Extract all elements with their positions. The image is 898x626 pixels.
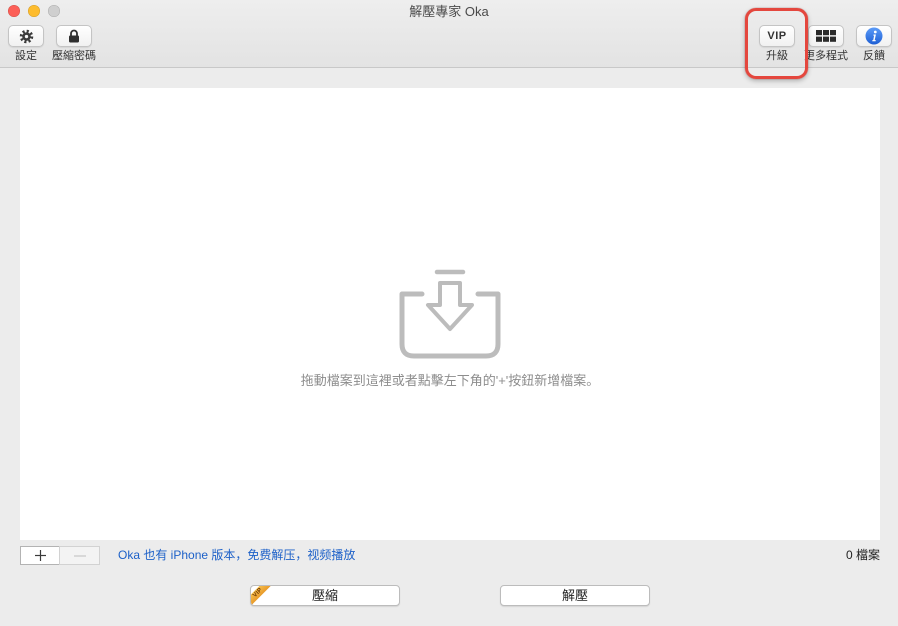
- minus-icon: [73, 554, 86, 557]
- settings-button[interactable]: [8, 25, 44, 47]
- extract-button[interactable]: 解壓: [500, 585, 650, 606]
- more-apps-label: 更多程式: [804, 50, 848, 62]
- toolbar-item-settings[interactable]: 設定: [1, 25, 51, 63]
- upgrade-vip-button[interactable]: VIP: [759, 25, 795, 47]
- feedback-button[interactable]: [856, 25, 892, 47]
- remove-file-button[interactable]: [59, 546, 100, 565]
- extract-button-label: 解壓: [561, 588, 588, 603]
- lock-icon: [69, 29, 79, 43]
- compression-password-label: 壓縮密碼: [52, 50, 96, 62]
- plus-icon: [34, 550, 46, 561]
- feedback-label: 反饋: [863, 50, 885, 62]
- compress-button[interactable]: VIP 壓縮: [250, 585, 400, 606]
- settings-label: 設定: [15, 50, 37, 62]
- info-icon: [865, 27, 883, 45]
- toolbar-item-password[interactable]: 壓縮密碼: [50, 25, 98, 63]
- vip-badge: VIP: [767, 30, 787, 42]
- compression-password-button[interactable]: [56, 25, 92, 47]
- iphone-promo-link[interactable]: Oka 也有 iPhone 版本，免费解压，视频播放: [118, 548, 355, 563]
- title-bar: 解壓專家 Oka 設定 壓縮密碼 VIP 升級 更多程式 反饋: [0, 0, 898, 68]
- toolbar-item-feedback[interactable]: 反饋: [852, 25, 896, 63]
- gear-icon: [19, 29, 33, 43]
- toolbar-item-upgrade[interactable]: VIP 升級: [755, 25, 799, 63]
- upgrade-label: 升級: [766, 50, 788, 62]
- drop-hint-text: 拖動檔案到這裡或者點擊左下角的'+'按鈕新增檔案。: [300, 373, 600, 388]
- file-count: 0 檔案: [845, 548, 880, 562]
- compress-button-label: 壓縮: [311, 588, 338, 603]
- vip-ribbon: VIP: [251, 586, 272, 605]
- add-file-button[interactable]: [20, 546, 60, 565]
- more-apps-button[interactable]: [808, 25, 844, 47]
- grid-icon: [816, 30, 836, 42]
- inbox-download-icon: [399, 269, 501, 359]
- window-title: 解壓專家 Oka: [409, 4, 489, 19]
- toolbar-item-more-apps[interactable]: 更多程式: [801, 25, 851, 63]
